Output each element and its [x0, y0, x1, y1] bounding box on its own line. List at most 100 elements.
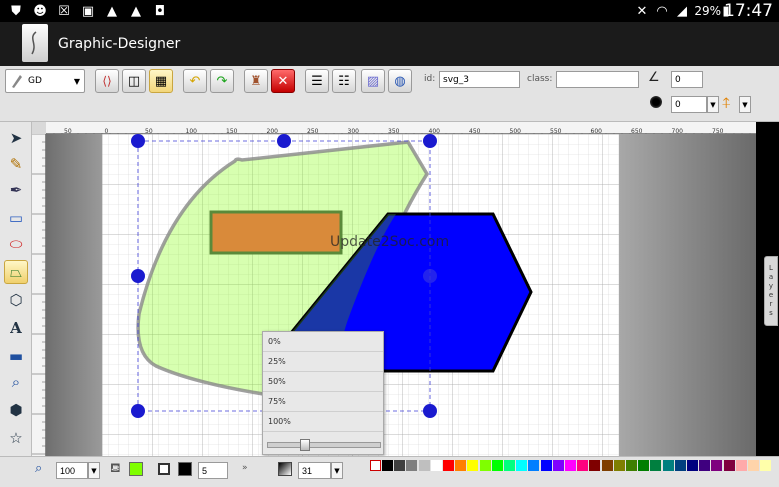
palette-swatch[interactable] [540, 460, 552, 471]
palette-swatch[interactable] [565, 460, 576, 471]
drawing-canvas[interactable]: Update2Soc.com [46, 134, 756, 456]
layers-panel-tab[interactable]: L a y e r s [764, 256, 778, 326]
opacity-dropdown-button[interactable]: ▼ [331, 462, 343, 479]
palette-swatch[interactable] [699, 460, 711, 471]
palette-swatch[interactable] [638, 460, 650, 471]
palette-swatch[interactable] [735, 460, 747, 471]
palette-swatch[interactable] [626, 460, 637, 471]
layers-letter: L [769, 264, 773, 272]
palette-swatch[interactable] [467, 460, 479, 471]
convert-path-button[interactable]: ▨ [361, 69, 385, 93]
zoom-dropdown-button[interactable]: ▼ [88, 462, 100, 479]
opacity-option-100[interactable]: 100% [263, 412, 383, 432]
left-toolbox: ➤ ✎ ✒ ▭ ⬭ ⏢ ⬡ A ▬ ⌕ ⬢ ☆ ✐ [0, 122, 32, 482]
star-tool-button[interactable]: ☆ [4, 426, 28, 450]
angle-input[interactable] [671, 71, 703, 88]
palette-swatch[interactable] [589, 460, 601, 471]
palette-swatch[interactable] [687, 460, 698, 471]
delete-x-icon: ✕ [277, 73, 289, 89]
palette-swatch[interactable] [577, 460, 589, 471]
selection-handle-nw[interactable] [131, 134, 145, 148]
palette-swatch[interactable] [601, 460, 613, 471]
selection-handle-w[interactable] [131, 269, 145, 283]
fill-color-swatch[interactable] [129, 462, 143, 476]
opacity-option-50[interactable]: 50% [263, 372, 383, 392]
rectangle-tool-button[interactable]: ▭ [4, 206, 28, 230]
class-input[interactable] [556, 71, 639, 88]
palette-swatch[interactable] [479, 460, 491, 471]
stroke-color-swatch[interactable] [178, 462, 192, 476]
palette-swatch[interactable] [516, 460, 528, 471]
blur-dropdown-button[interactable]: ▼ [707, 96, 719, 113]
clone-button[interactable]: ♜ [244, 69, 268, 93]
blur-input[interactable] [671, 96, 707, 113]
palette-swatch[interactable] [711, 460, 723, 471]
palette-swatch[interactable] [650, 460, 662, 471]
opacity-slider-knob[interactable] [300, 439, 310, 451]
layers-letter: a [768, 273, 774, 281]
selection-handle-se[interactable] [423, 404, 437, 418]
source-code-button[interactable]: ⟨⟩ [95, 69, 119, 93]
ellipse-tool-button[interactable]: ⬭ [4, 232, 28, 256]
palette-swatch[interactable] [394, 460, 406, 471]
opacity-input[interactable] [298, 462, 331, 479]
stroke-style-arrow-icon[interactable]: » [242, 463, 248, 473]
palette-swatch[interactable] [748, 460, 759, 471]
path-tool-button[interactable]: ⏢ [4, 260, 28, 284]
polygon-tool-button[interactable]: ⬡ [4, 288, 28, 312]
app-logo-icon[interactable] [22, 24, 48, 62]
opacity-option-75[interactable]: 75% [263, 392, 383, 412]
image-tool-button[interactable]: ▬ [4, 344, 28, 368]
opacity-option-0[interactable]: 0% [263, 332, 383, 352]
stroke-width-input[interactable] [198, 462, 228, 479]
palette-swatch[interactable] [662, 460, 674, 471]
undo-button[interactable]: ↶ [183, 69, 207, 93]
mode-select[interactable]: GD ▼ [5, 69, 85, 93]
move-to-bottom-button[interactable]: ☷ [332, 69, 356, 93]
palette-swatch[interactable] [491, 460, 503, 471]
palette-swatch[interactable] [443, 460, 454, 471]
text-tool-button[interactable]: A [4, 316, 28, 340]
palette-swatch[interactable] [406, 460, 418, 471]
align-dropdown-button[interactable]: ▼ [739, 96, 751, 113]
pencil-tool-button[interactable]: ✎ [4, 152, 28, 176]
zoom-tool-button[interactable]: ⌕ [4, 370, 28, 394]
selection-handle-n[interactable] [277, 134, 291, 148]
orange-rectangle[interactable] [209, 210, 343, 255]
palette-swatch[interactable] [504, 460, 515, 471]
line-tool-button[interactable]: ✒ [4, 178, 28, 202]
link-button[interactable]: ◍ [388, 69, 412, 93]
selection-handle-sw[interactable] [131, 404, 145, 418]
palette-swatch[interactable] [430, 460, 442, 471]
move-to-top-button[interactable]: ☰ [305, 69, 329, 93]
canvas-svg[interactable] [46, 134, 756, 456]
layers-letter: e [768, 291, 774, 299]
palette-swatch[interactable] [382, 460, 393, 471]
selection-handle-e[interactable] [423, 269, 437, 283]
palette-swatch[interactable] [418, 460, 430, 471]
opacity-slider[interactable] [267, 439, 381, 451]
palette-swatch[interactable] [723, 460, 735, 471]
chevron-down-icon: ▼ [73, 77, 80, 86]
align-objects-icon[interactable]: ⍏ [722, 94, 731, 112]
palette-swatch[interactable] [552, 460, 564, 471]
zoom-input[interactable] [56, 462, 88, 479]
bottom-toolbar: ⌕ ▼ ⛾ » ▼ [0, 456, 779, 487]
grid-toggle-button[interactable]: ▦ [149, 69, 173, 93]
zoom-icon: ⌕ [35, 461, 43, 476]
palette-swatch[interactable] [613, 460, 625, 471]
selection-handle-ne[interactable] [423, 134, 437, 148]
id-input[interactable] [439, 71, 520, 88]
no-color-swatch[interactable] [370, 460, 381, 471]
palette-swatch[interactable] [455, 460, 467, 471]
select-tool-button[interactable]: ➤ [4, 126, 28, 150]
palette-swatch[interactable] [674, 460, 686, 471]
shape-library-button[interactable]: ⬢ [4, 398, 28, 422]
redo-button[interactable]: ↷ [210, 69, 234, 93]
palette-swatch[interactable] [528, 460, 540, 471]
delete-button[interactable]: ✕ [271, 69, 295, 93]
opacity-option-25[interactable]: 25% [263, 352, 383, 372]
wireframe-button[interactable]: ◫ [122, 69, 146, 93]
ruler-left-ticks [32, 133, 46, 455]
palette-swatch[interactable] [760, 460, 772, 471]
